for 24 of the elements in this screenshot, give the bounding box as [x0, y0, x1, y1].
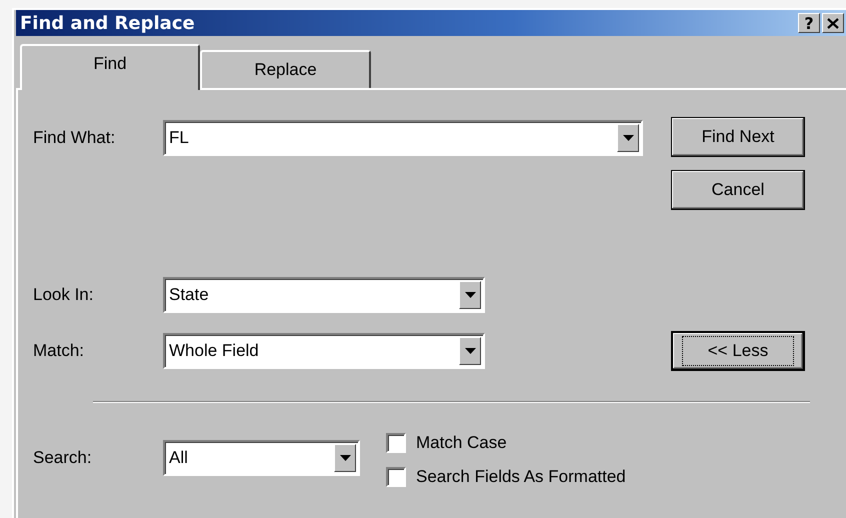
checkbox-box[interactable]: [386, 467, 406, 487]
focus-frame: Cancel: [683, 176, 793, 204]
focus-frame: << Less: [683, 337, 793, 365]
checkbox[interactable]: Match Case: [386, 433, 626, 453]
dropdown-field[interactable]: FL: [163, 120, 643, 156]
close-button[interactable]: [822, 13, 844, 33]
dropdown-field[interactable]: Whole Field: [163, 333, 485, 369]
checkbox-box[interactable]: [386, 433, 406, 453]
field-label: Search:: [33, 448, 93, 468]
dropdown-field[interactable]: All: [163, 440, 360, 476]
dropdown-field[interactable]: State: [163, 277, 485, 313]
window-title: Find and Replace: [20, 12, 196, 34]
tab[interactable]: Replace: [200, 50, 371, 88]
close-icon: [827, 18, 839, 28]
help-button[interactable]: ?: [798, 13, 820, 33]
field-label: Find What:: [33, 128, 116, 148]
dialog-button[interactable]: Find Next: [671, 117, 805, 157]
field-label: Match:: [33, 341, 86, 361]
tab[interactable]: Find: [20, 44, 200, 90]
dialog-button[interactable]: Cancel: [671, 170, 805, 210]
field-label: Look In:: [33, 285, 94, 305]
focus-frame: Find Next: [683, 123, 793, 151]
checkbox[interactable]: Search Fields As Formatted: [386, 467, 626, 487]
dialog-button[interactable]: << Less: [671, 331, 805, 371]
